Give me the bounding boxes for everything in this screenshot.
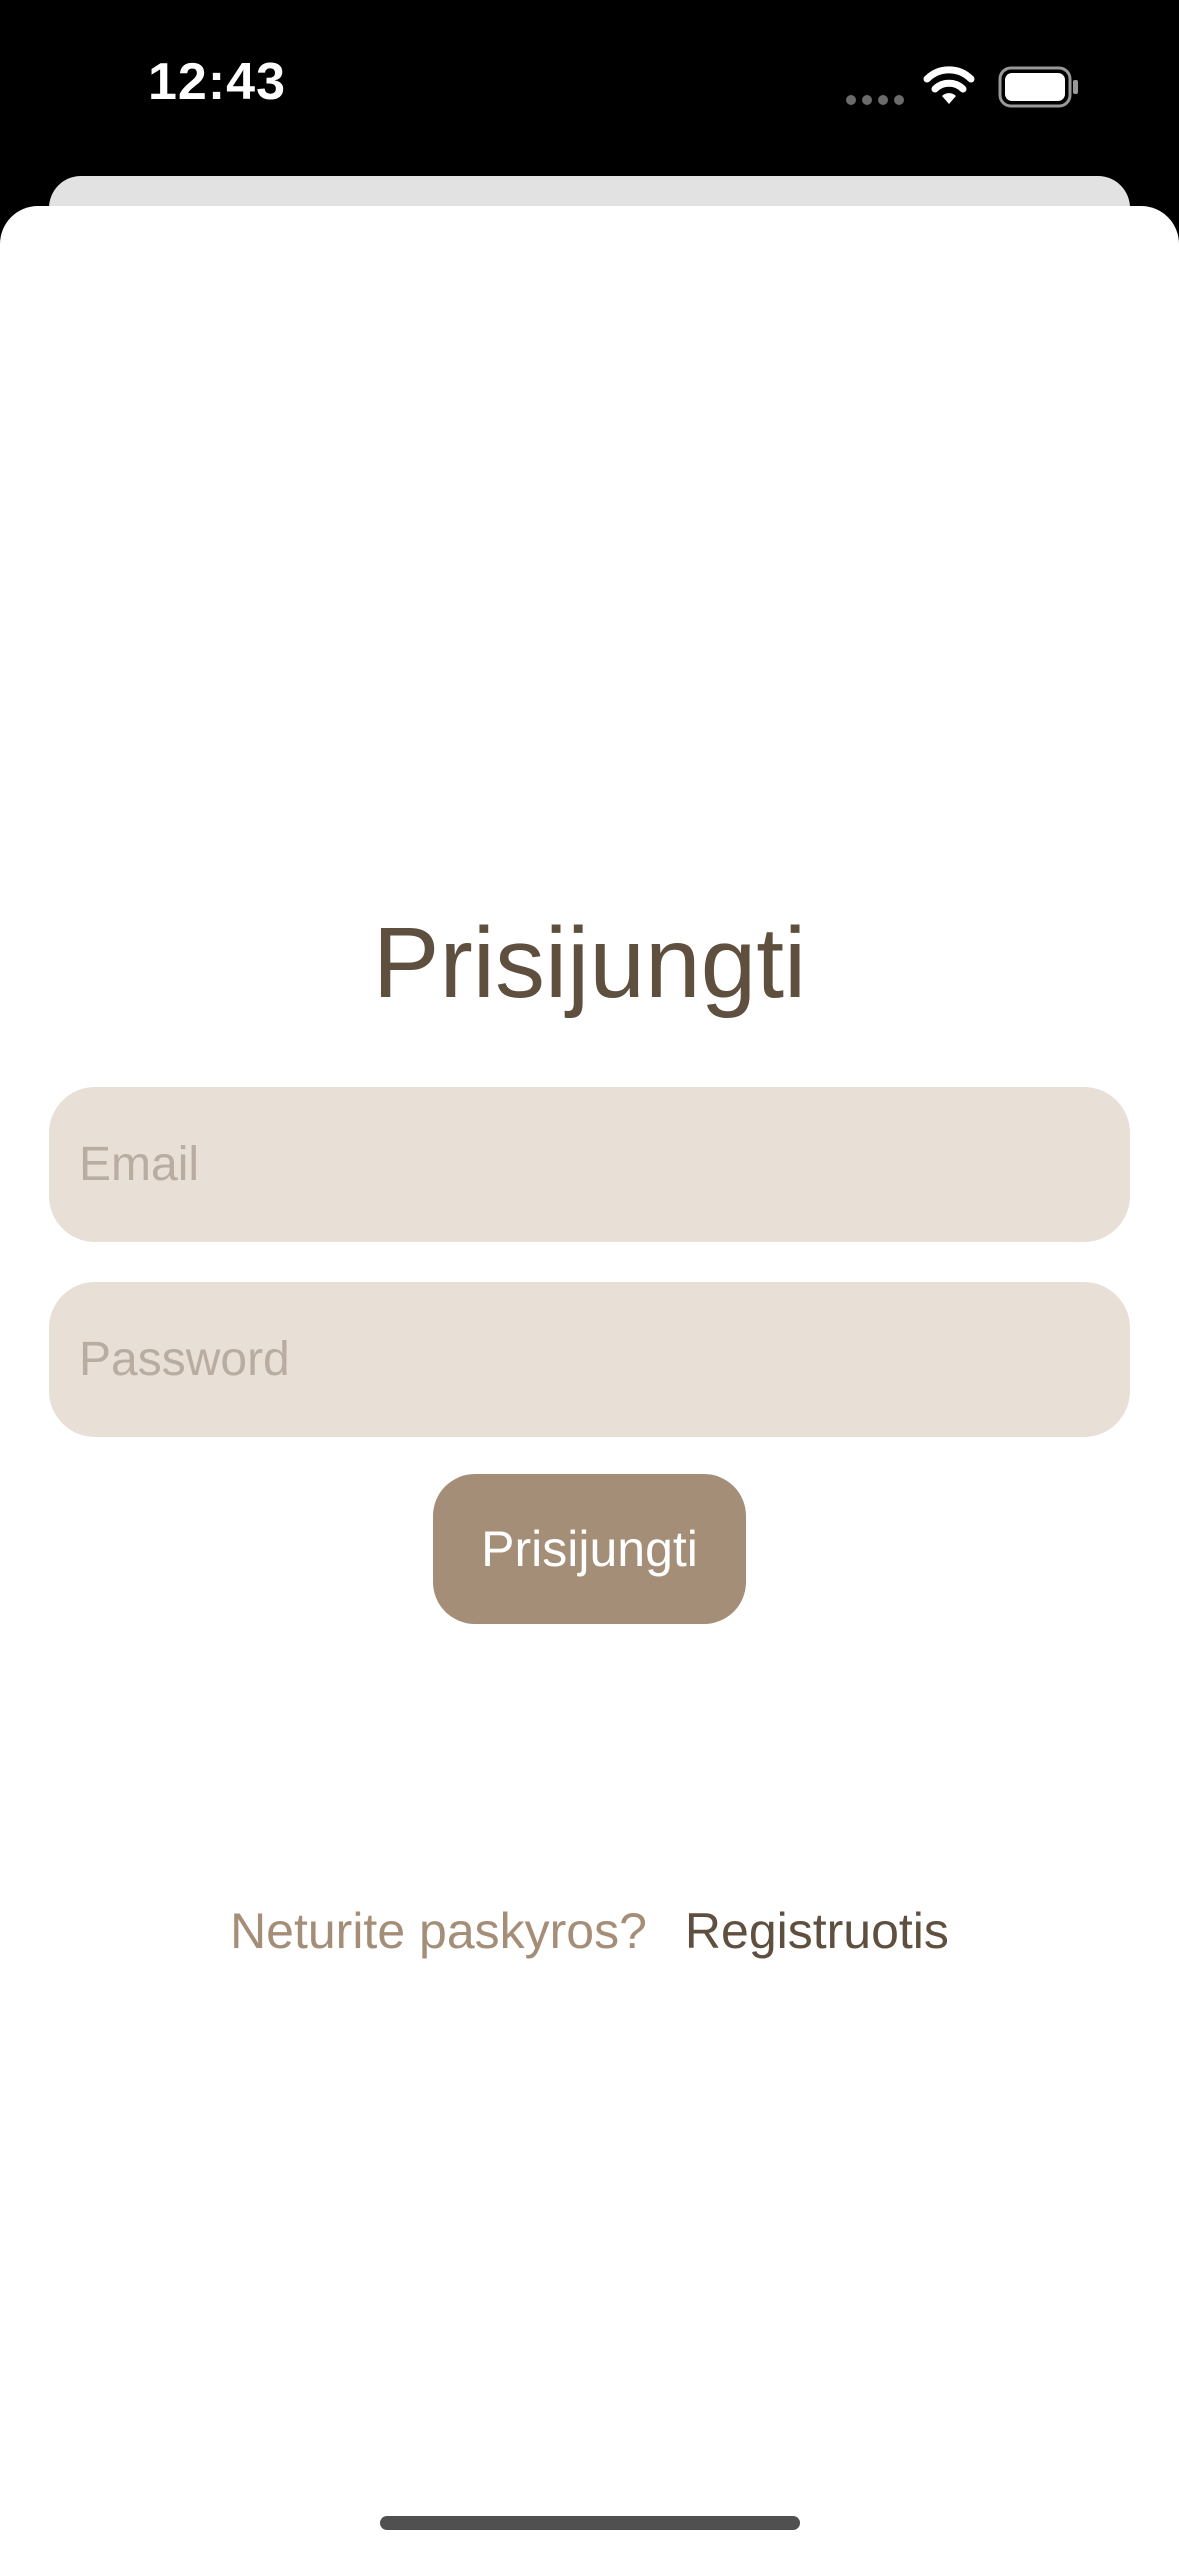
login-sheet: Prisijungti Prisijungti Neturite paskyro…	[0, 206, 1179, 2556]
page-title: Prisijungti	[372, 907, 807, 1019]
password-field[interactable]	[49, 1282, 1130, 1437]
battery-icon	[998, 66, 1078, 108]
register-link[interactable]: Registruotis	[685, 1903, 949, 1959]
register-prompt: Neturite paskyros?	[230, 1903, 647, 1959]
home-indicator[interactable]	[380, 2516, 800, 2530]
email-field[interactable]	[49, 1087, 1130, 1242]
wifi-icon	[923, 66, 975, 104]
email-input[interactable]	[79, 1087, 1100, 1242]
status-time: 12:43	[148, 53, 286, 111]
signal-dots-icon	[846, 95, 904, 105]
login-button[interactable]: Prisijungti	[433, 1474, 746, 1624]
password-input[interactable]	[79, 1282, 1100, 1437]
status-bar: 12:43	[0, 0, 1179, 180]
register-row: Neturite paskyros? Registruotis	[0, 1902, 1179, 1960]
login-screen: 12:43 Prisijungti Prisijungti	[0, 0, 1179, 2556]
